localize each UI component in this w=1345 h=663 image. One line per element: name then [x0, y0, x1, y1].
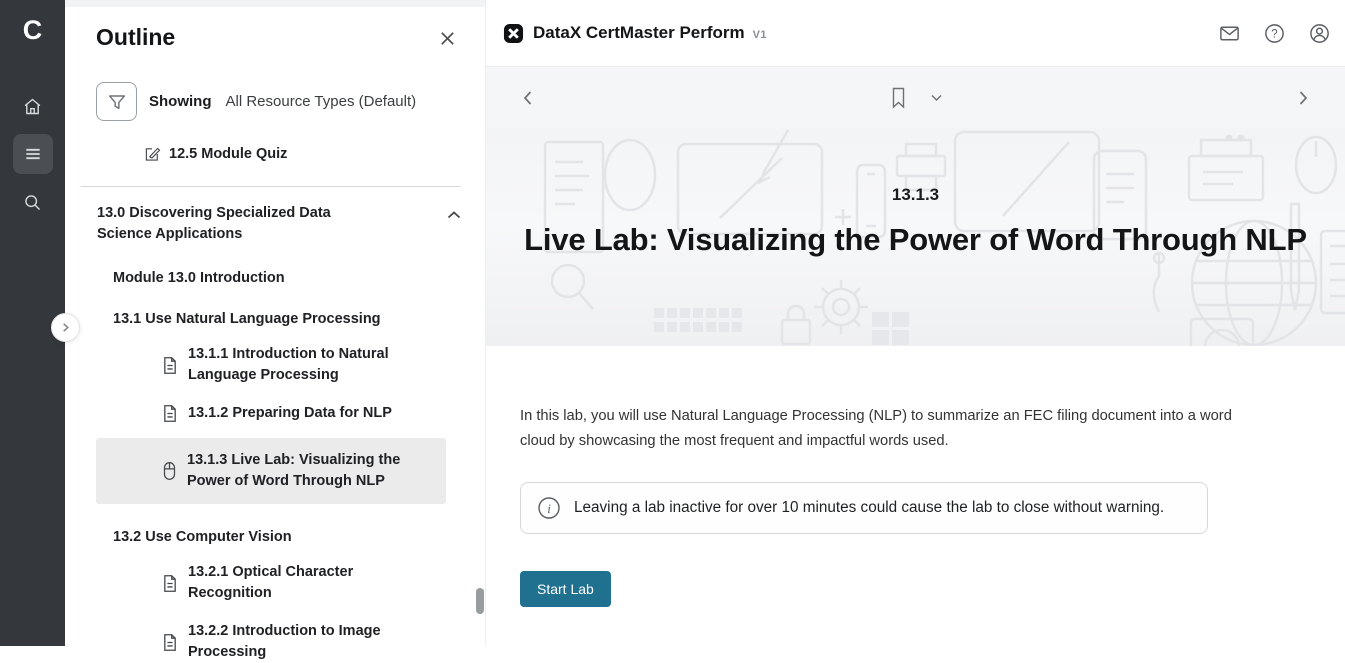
next-page-button[interactable]	[1291, 85, 1315, 111]
lesson-number: 13.1.3	[486, 185, 1345, 205]
account-button[interactable]	[1306, 20, 1333, 47]
doodle-cable-icon	[1148, 250, 1170, 314]
doodle-disc-icon	[1188, 316, 1256, 346]
header-actions: ?	[1216, 20, 1333, 47]
lesson-banner: 13.1.3 Live Lab: Visualizing the Power o…	[486, 128, 1345, 346]
inactivity-notice: i Leaving a lab inactive for over 10 min…	[520, 482, 1208, 534]
account-icon	[1308, 22, 1331, 45]
mouse-icon	[162, 461, 177, 481]
app-header: DataX CertMaster Perform V1 ?	[486, 0, 1345, 67]
outline-header: Outline	[65, 0, 485, 53]
document-icon	[162, 633, 178, 652]
info-icon: i	[537, 496, 561, 520]
outline-title: Outline	[96, 24, 175, 51]
outline-item-13-1-3-active[interactable]: 13.1.3 Live Lab: Visualizing the Power o…	[96, 438, 446, 504]
doodle-windows-icon	[872, 312, 910, 346]
home-icon	[22, 96, 43, 117]
filter-value: All Resource Types (Default)	[226, 93, 417, 110]
outline-item-label: 13.1.3 Live Lab: Visualizing the Power o…	[187, 450, 401, 492]
bookmark-group	[885, 82, 946, 114]
main-area: DataX CertMaster Perform V1 ?	[486, 0, 1345, 646]
lesson-description: In this lab, you will use Natural Langua…	[520, 404, 1270, 454]
chevron-right-icon	[60, 322, 71, 333]
sidebar-scrollbar-thumb[interactable]	[476, 588, 484, 614]
search-icon	[22, 192, 43, 213]
outline-panel: Outline Showing All Resource Types (Defa…	[65, 0, 486, 646]
doodle-gear-icon	[808, 274, 874, 340]
filter-button[interactable]	[96, 82, 137, 121]
doodle-tablet-icon	[951, 128, 1103, 235]
document-icon	[162, 356, 178, 375]
chevron-right-icon	[1295, 89, 1311, 107]
svg-text:?: ?	[1271, 28, 1277, 40]
help-icon: ?	[1263, 22, 1286, 45]
chevron-down-icon	[930, 94, 942, 102]
chevron-up-icon[interactable]	[447, 206, 461, 245]
home-button[interactable]	[13, 86, 53, 126]
close-icon	[438, 29, 457, 48]
start-lab-button[interactable]: Start Lab	[520, 571, 611, 607]
outline-item-label: 13.2.2 Introduction to Image Processing	[188, 621, 402, 663]
lesson-title: Live Lab: Visualizing the Power of Word …	[486, 222, 1345, 258]
rail-icons	[13, 86, 53, 222]
outline-item-13-1[interactable]: 13.1 Use Natural Language Processing	[113, 311, 485, 327]
outline-item-label: 12.5 Module Quiz	[169, 146, 287, 162]
outline-item-label: 13.1.2 Preparing Data for NLP	[188, 403, 402, 424]
svg-text:i: i	[547, 501, 551, 516]
mail-icon	[1218, 22, 1241, 45]
outline-item-module-quiz[interactable]: 12.5 Module Quiz	[143, 145, 485, 163]
lesson-navbar	[486, 67, 1345, 128]
bookmark-menu-button[interactable]	[926, 90, 946, 106]
doodle-keyboard-icon	[654, 308, 764, 346]
outline-item-label: 13.1.1 Introduction to Natural Language …	[188, 344, 402, 386]
outline-section-label: 13.0 Discovering Specialized Data Scienc…	[97, 203, 389, 245]
outline-menu-button[interactable]	[13, 134, 53, 174]
doodle-magnifier-icon	[546, 260, 598, 314]
filter-showing-label: Showing	[149, 93, 212, 110]
app-root: C Outline Showing	[0, 0, 1345, 646]
messages-button[interactable]	[1216, 20, 1243, 47]
document-icon	[162, 574, 178, 593]
bookmark-button[interactable]	[885, 82, 911, 114]
filter-row: Showing All Resource Types (Default)	[96, 82, 485, 121]
help-button[interactable]: ?	[1261, 20, 1288, 47]
outline-item-13-2-1[interactable]: 13.2.1 Optical Character Recognition	[162, 562, 485, 604]
close-outline-button[interactable]	[436, 27, 459, 53]
sidebar-collapse-button[interactable]	[51, 313, 80, 342]
app-version-badge: V1	[753, 29, 767, 41]
document-icon	[162, 404, 178, 423]
chevron-left-icon	[520, 89, 536, 107]
search-button[interactable]	[13, 182, 53, 222]
outline-item-module-13-intro[interactable]: Module 13.0 Introduction	[113, 270, 485, 286]
outline-section-13-0[interactable]: 13.0 Discovering Specialized Data Scienc…	[97, 203, 461, 245]
bookmark-icon	[889, 86, 907, 110]
doodle-pencil-icon	[754, 128, 796, 186]
outline-item-13-1-2[interactable]: 13.1.2 Preparing Data for NLP	[162, 403, 485, 424]
outline-item-13-2[interactable]: 13.2 Use Computer Vision	[113, 529, 485, 545]
filter-icon	[106, 91, 128, 113]
menu-icon	[23, 144, 43, 164]
outline-item-13-2-2[interactable]: 13.2.2 Introduction to Image Processing	[162, 621, 485, 663]
outline-item-label: 13.2.1 Optical Character Recognition	[188, 562, 402, 604]
notice-text: Leaving a lab inactive for over 10 minut…	[574, 499, 1164, 517]
app-logo-icon	[503, 23, 524, 44]
outline-divider	[81, 186, 461, 187]
quiz-icon	[143, 145, 161, 163]
brand-logo[interactable]: C	[23, 12, 43, 48]
lesson-content: In this lab, you will use Natural Langua…	[486, 346, 1345, 607]
previous-page-button[interactable]	[516, 85, 540, 111]
outline-item-13-1-1[interactable]: 13.1.1 Introduction to Natural Language …	[162, 344, 485, 386]
app-title: DataX CertMaster Perform	[533, 23, 745, 43]
